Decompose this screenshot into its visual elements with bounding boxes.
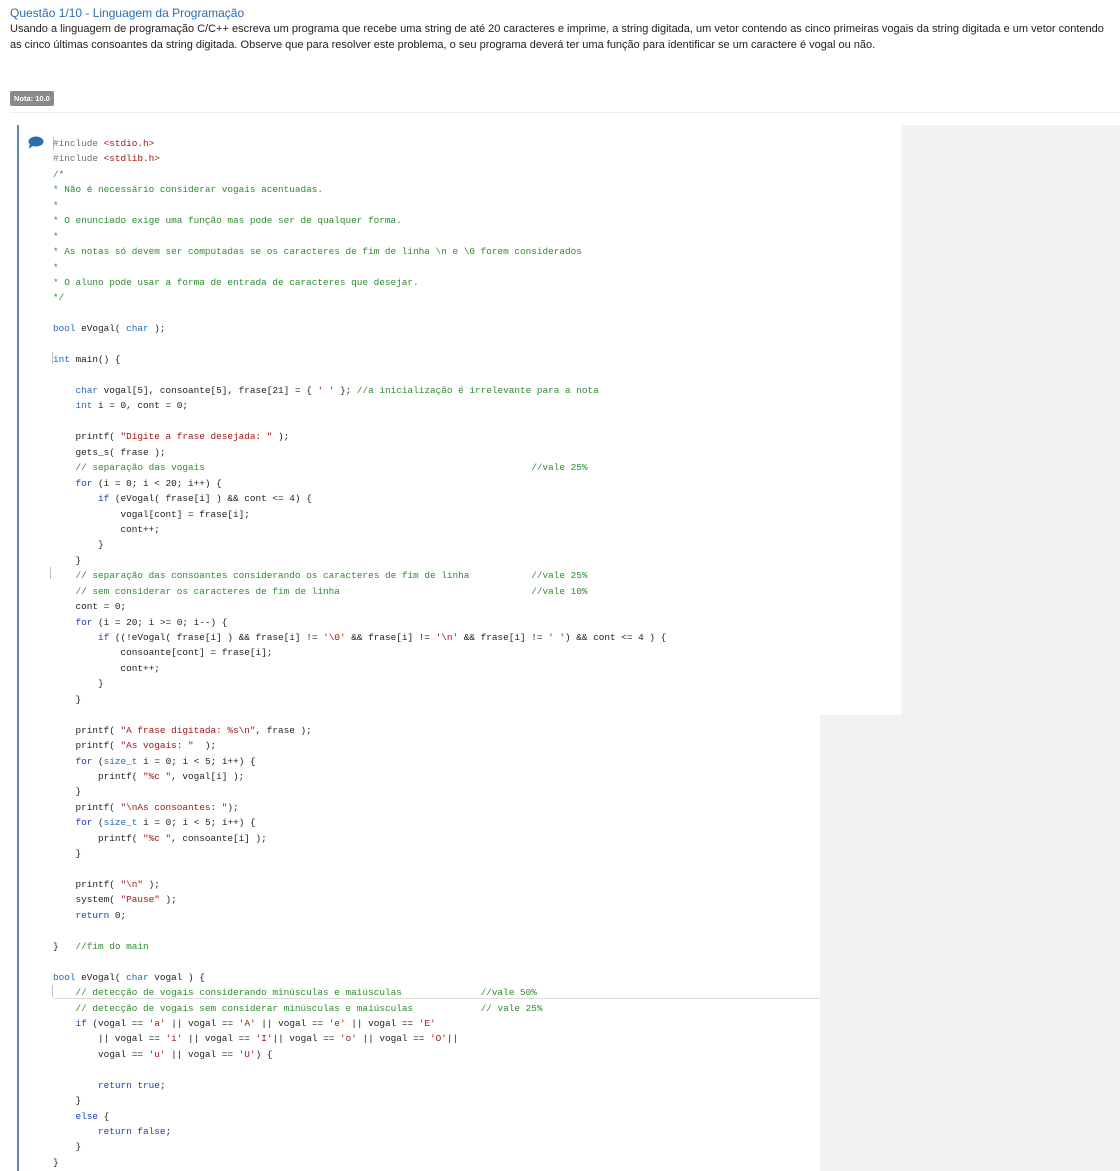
code-line: printf( "As vogais: " );	[53, 740, 217, 752]
code-line: *	[53, 230, 59, 242]
code-line: }	[53, 786, 82, 798]
code-line: for (i = 0; i < 20; i++) {	[75, 477, 222, 489]
code-line: }	[53, 678, 104, 690]
divider	[10, 112, 1120, 113]
code-line: if (vogal == 'a' || vogal == 'A' || voga…	[75, 1017, 436, 1029]
code-line: printf( "A frase digitada: %s\n", frase …	[53, 724, 312, 736]
code-line: // sem considerar os caracteres de fim d…	[75, 585, 588, 597]
code-line: printf( "%c ", consoante[i] );	[53, 832, 267, 844]
code-line: printf( "Digite a frase desejada: " );	[53, 431, 290, 443]
code-line: cont++;	[53, 662, 160, 674]
code-line: bool eVogal( char );	[53, 323, 166, 335]
code-line: }	[53, 1156, 59, 1168]
current-line-highlight	[53, 998, 820, 999]
question-text: Usando a linguagem de programação C/C++ …	[10, 23, 1104, 51]
code-line: || vogal == 'i' || vogal == 'I'|| vogal …	[53, 1033, 459, 1045]
code-line: */	[53, 292, 65, 304]
code-line: #include <stdio.h>	[53, 138, 155, 149]
code-line: if ((!eVogal( frase[i] ) && frase[i] != …	[98, 632, 667, 643]
code-line: cont = 0;	[53, 601, 127, 613]
code-line: char vogal[5], consoante[5], frase[21] =…	[75, 385, 599, 396]
code-line: // separação das vogais //vale 25%	[75, 462, 588, 474]
code-line: vogal[cont] = frase[i];	[53, 508, 250, 520]
code-line: * Não é necessário considerar vogais ace…	[53, 184, 324, 196]
code-line: return 0;	[75, 909, 127, 921]
code-line: return true;	[98, 1079, 166, 1091]
code-line: }	[53, 693, 82, 705]
code-line: /*	[53, 168, 65, 180]
code-line: return false;	[98, 1126, 172, 1137]
code-line: for (size_t i = 0; i < 5; i++) {	[75, 817, 256, 829]
code-line: }	[53, 554, 82, 566]
code-line: }	[53, 1095, 82, 1107]
code-line: }	[53, 539, 104, 551]
code-line: *	[53, 199, 59, 211]
code-line: // detecção de vogais sem considerar min…	[75, 1002, 543, 1014]
code-line: // separação das consoantes considerando…	[75, 570, 588, 582]
question-header: Questão 1/10 - Linguagem da Programação …	[10, 5, 1110, 53]
code-line: printf( "%c ", vogal[i] );	[53, 770, 245, 782]
code-line: }	[53, 1141, 82, 1153]
code-line: * O aluno pode usar a forma de entrada d…	[53, 276, 419, 288]
code-line: * As notas só devem ser computadas se os…	[53, 246, 582, 258]
code-line: vogal == 'u' || vogal == 'U') {	[53, 1048, 273, 1060]
code-line: system( "Pause" );	[53, 894, 177, 906]
code-line: int i = 0, cont = 0;	[75, 400, 189, 412]
code-line: if (eVogal( frase[i] ) && cont <= 4) {	[98, 493, 312, 505]
answer-background	[901, 125, 1120, 715]
code-block[interactable]: #include <stdio.h> #include <stdlib.h> /* *…	[53, 136, 898, 1170]
code-line: else {	[75, 1110, 110, 1122]
code-line: for (size_t i = 0; i < 5; i++) {	[75, 755, 256, 767]
fold-marker	[50, 567, 51, 579]
grade-badge: Nota: 10.0	[10, 91, 54, 106]
code-line: for (i = 20; i >= 0; i--) {	[75, 616, 228, 628]
code-line: * O enunciado exige uma função mas pode …	[53, 215, 402, 227]
code-line: #include <stdlib.h>	[53, 153, 160, 165]
speech-bubble-icon[interactable]	[27, 136, 44, 149]
code-line: *	[53, 261, 59, 273]
code-line: }	[53, 848, 82, 860]
code-line: bool eVogal( char vogal ) {	[53, 971, 205, 983]
code-line: int main() {	[53, 354, 121, 366]
code-line: printf( "\n" );	[53, 879, 160, 890]
question-title: Questão 1/10 - Linguagem da Programação	[10, 6, 245, 20]
code-line: } //fim do main	[53, 940, 149, 952]
code-line: printf( "\nAs consoantes: ");	[53, 801, 239, 813]
code-line: gets_s( frase );	[53, 446, 166, 458]
answer-border	[17, 125, 19, 1171]
code-line: cont++;	[53, 523, 160, 535]
code-line: consoante[cont] = frase[i];	[53, 647, 273, 659]
